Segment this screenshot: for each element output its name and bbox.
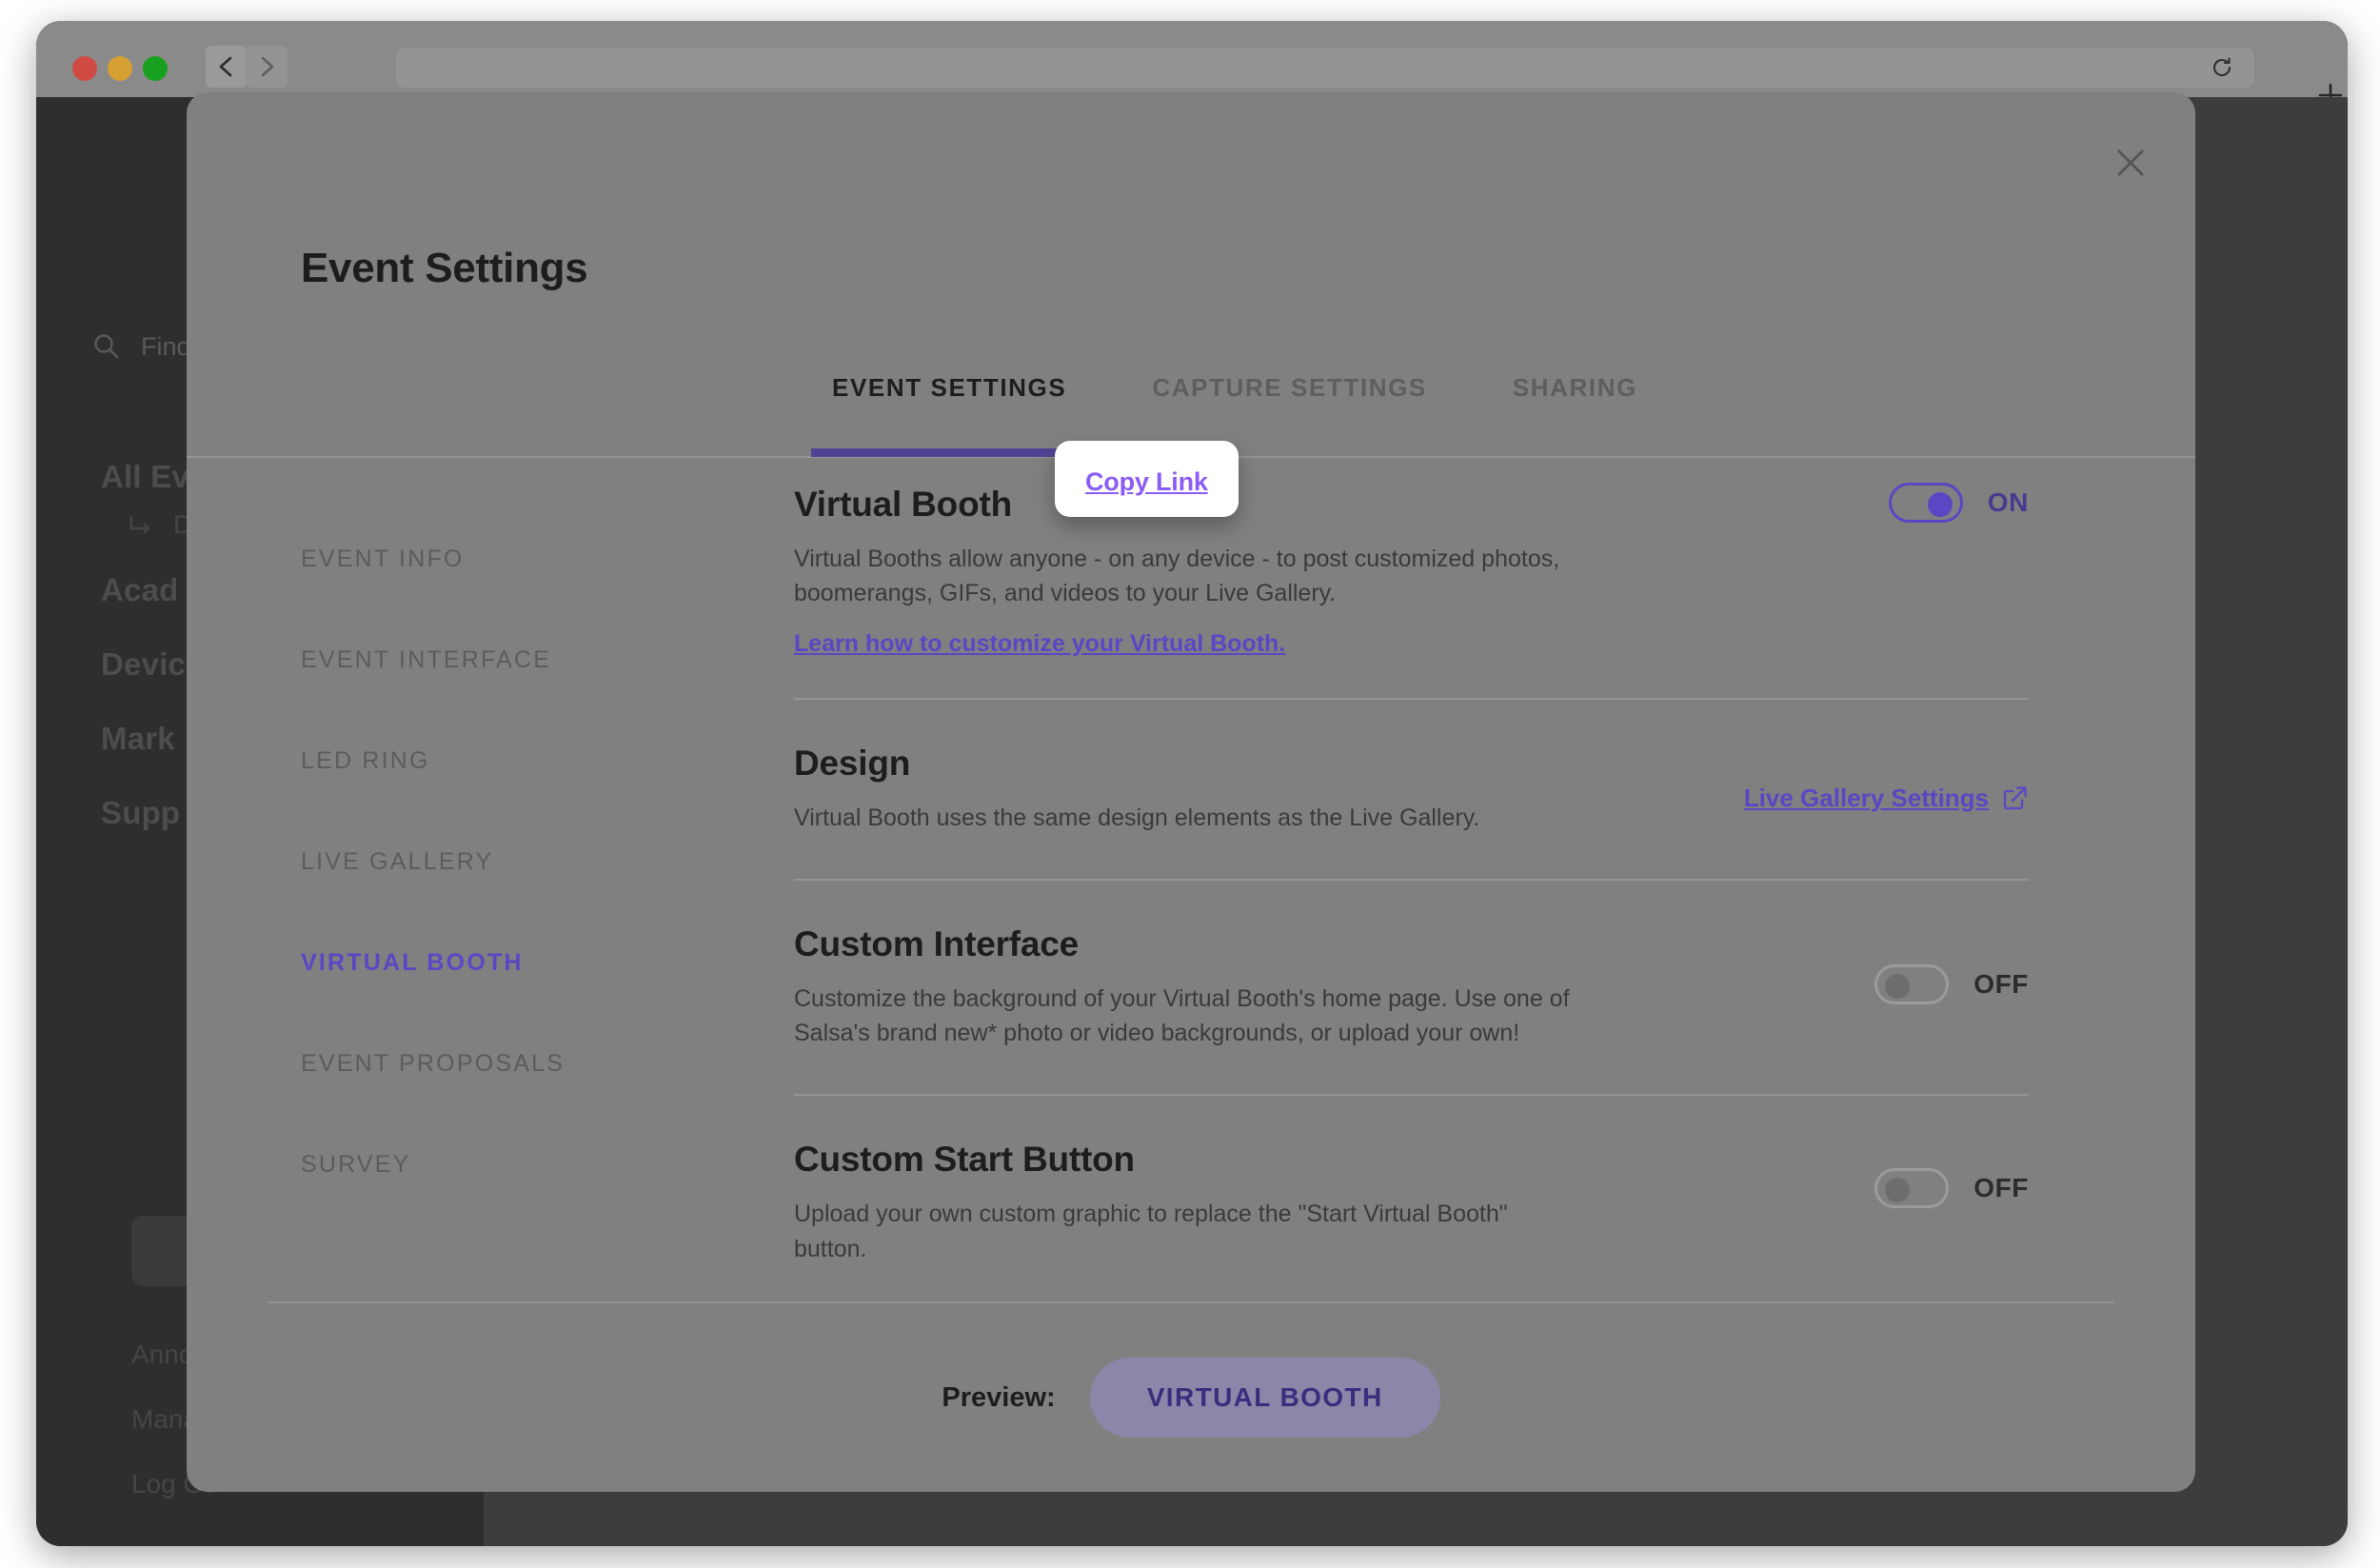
tab-sharing[interactable]: SHARING [1505,332,1645,415]
section-design: Design Virtual Booth uses the same desig… [794,700,2029,881]
toggle-knob [1927,492,1953,517]
virtual-booth-toggle[interactable] [1888,483,1963,523]
toggle-knob [1885,1178,1911,1203]
preview-virtual-booth-button[interactable]: VIRTUAL BOOTH [1089,1358,1440,1438]
custom-interface-toggle-state: OFF [1973,968,2029,999]
modal-tabbar: EVENT SETTINGS CAPTURE SETTINGS SHARING [187,332,2195,458]
virtual-booth-toggle-group: ON [1888,483,2029,523]
section-custom-interface: Custom Interface Customize the backgroun… [794,881,2029,1097]
sidebar-item-led-ring[interactable]: LED RING [301,747,663,775]
preview-label: Preview: [942,1381,1056,1413]
virtual-booth-heading-row: Virtual Booth Copy Link [794,441,2019,525]
section-virtual-booth: Virtual Booth Copy Link Virtual Booths a… [794,441,2029,700]
event-settings-modal: Event Settings EVENT SETTINGS CAPTURE SE… [187,92,2195,1492]
learn-customize-link[interactable]: Learn how to customize your Virtual Boot… [794,630,1285,658]
close-button[interactable] [2106,138,2155,188]
section-custom-start-button: Custom Start Button Upload your own cust… [794,1096,2029,1266]
arrow-subitem-icon [129,515,150,533]
custom-start-button-description: Upload your own custom graphic to replac… [794,1201,1508,1262]
sidebar-item-virtual-booth[interactable]: VIRTUAL BOOTH [301,949,663,977]
sidebar-item-survey[interactable]: SURVEY [301,1151,663,1179]
virtual-booth-description: Virtual Booths allow anyone - on any dev… [794,546,1560,607]
toggle-knob [1885,973,1911,999]
reload-icon[interactable] [2211,56,2233,79]
custom-start-button-toggle[interactable] [1874,1168,1950,1209]
forward-button[interactable] [246,46,288,88]
search-icon [94,334,119,359]
virtual-booth-toggle-state: ON [1987,487,2029,517]
address-bar[interactable] [396,48,2343,108]
settings-side-nav: EVENT INFO EVENT INTERFACE LED RING LIVE… [301,546,663,1252]
design-description: Virtual Booth uses the same design eleme… [794,804,1480,831]
live-gallery-settings-label: Live Gallery Settings [1743,783,1989,812]
tab-event-settings[interactable]: EVENT SETTINGS [810,332,1088,457]
custom-interface-heading: Custom Interface [794,923,1080,963]
chevron-left-icon [219,56,232,77]
custom-start-button-heading: Custom Start Button [794,1140,1135,1180]
window-maximize-button[interactable] [143,56,168,81]
external-link-icon [2003,786,2027,810]
chevron-right-icon [261,56,274,77]
custom-start-button-toggle-group: OFF [1874,1168,2029,1209]
sidebar-item-live-gallery[interactable]: LIVE GALLERY [301,848,663,876]
custom-interface-toggle[interactable] [1874,963,1950,1004]
modal-footer: Preview: VIRTUAL BOOTH [268,1301,2114,1492]
design-link-group: Live Gallery Settings [1744,784,2029,813]
tab-capture-settings[interactable]: CAPTURE SETTINGS [1144,332,1435,415]
screen: Find... All Ev Do Acad Devic Mark Supp [0,0,2380,1568]
custom-interface-toggle-group: OFF [1874,963,2029,1004]
live-gallery-settings-link[interactable]: Live Gallery Settings [1744,784,2029,813]
browser-window: Find... All Ev Do Acad Devic Mark Supp [36,21,2348,1546]
virtual-booth-heading: Virtual Booth [794,485,1012,524]
window-minimize-button[interactable] [108,56,132,81]
custom-start-button-toggle-state: OFF [1973,1173,2029,1203]
sidebar-item-event-interface[interactable]: EVENT INTERFACE [301,646,663,674]
browser-toolbar [36,21,2348,108]
copy-link-tooltip: Copy Link [1055,441,1239,517]
sidebar-item-event-info[interactable]: EVENT INFO [301,546,663,573]
sidebar-item-event-proposals[interactable]: EVENT PROPOSALS [301,1050,663,1078]
page-title: Event Settings [301,245,588,291]
custom-interface-description: Customize the background of your Virtual… [794,984,1570,1046]
design-heading: Design [794,743,911,783]
close-icon [2117,149,2144,176]
window-close-button[interactable] [72,56,97,81]
copy-link-button[interactable]: Copy Link [1085,467,1208,496]
back-button[interactable] [206,46,248,88]
